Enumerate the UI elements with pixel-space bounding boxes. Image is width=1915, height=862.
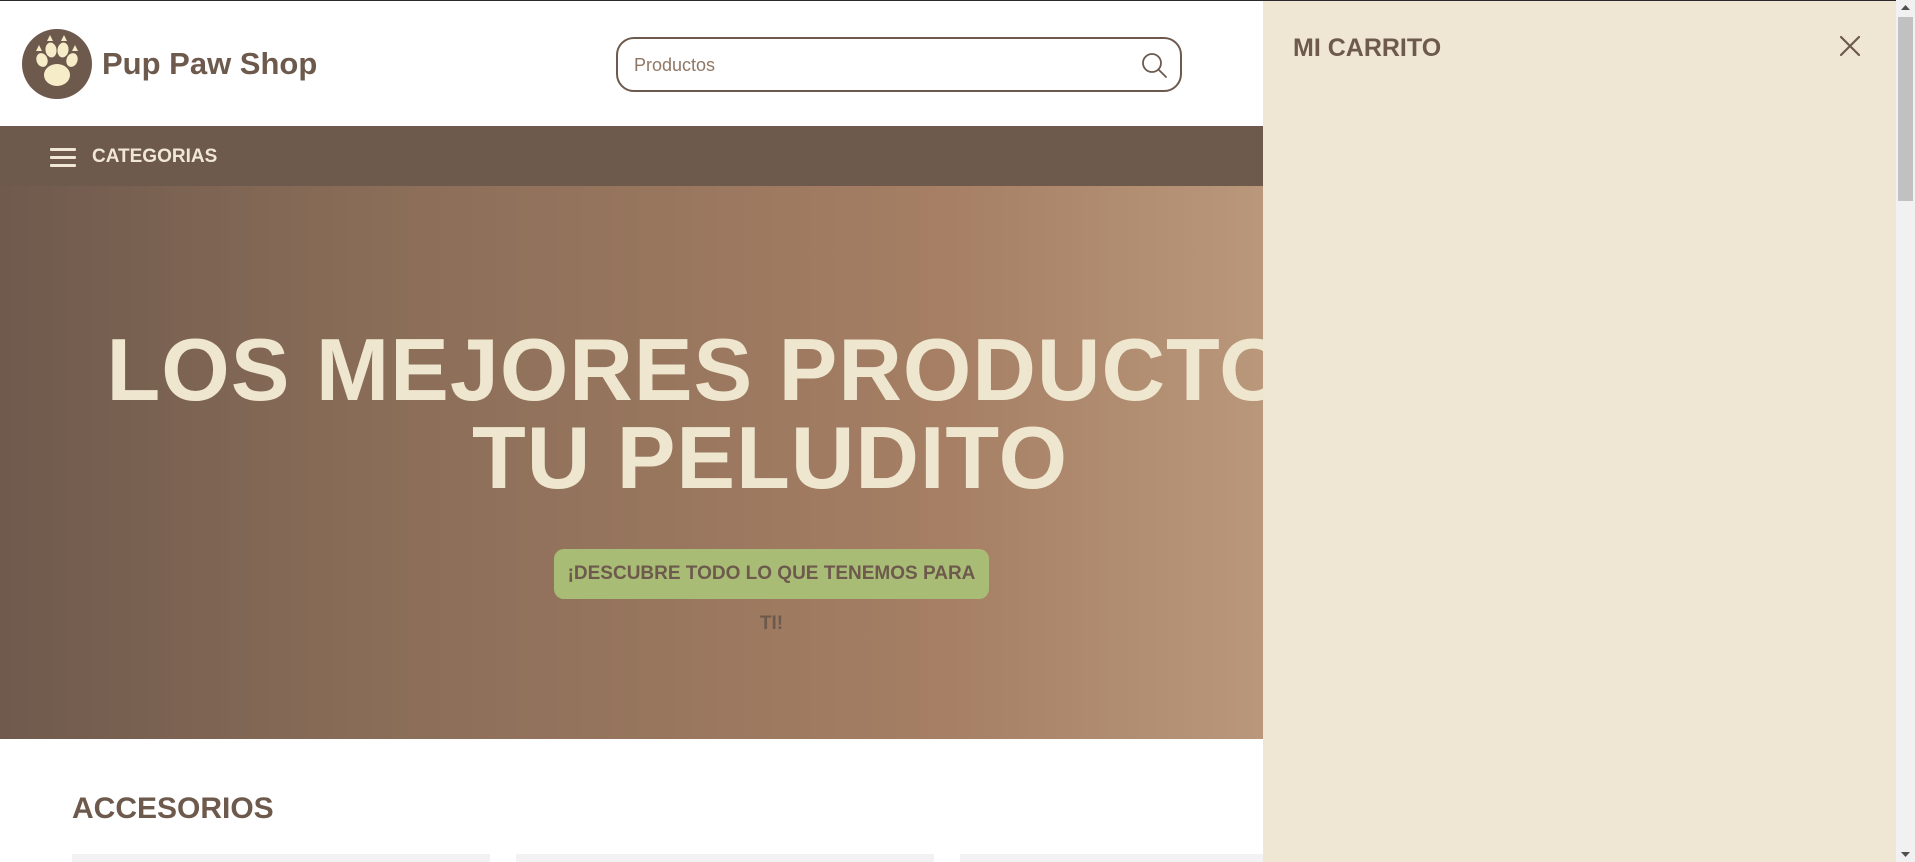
search-bar <box>616 37 1182 92</box>
paw-icon[interactable] <box>22 29 92 99</box>
cart-drawer: MI CARRITO <box>1263 1 1896 862</box>
categories-button[interactable]: CATEGORIAS <box>92 146 217 168</box>
product-card[interactable] <box>72 854 490 862</box>
section-title: ACCESORIOS <box>72 792 274 825</box>
search-icon[interactable] <box>1140 51 1168 79</box>
discover-button[interactable]: ¡DESCUBRE TODO LO QUE TENEMOS PARA TI! <box>554 549 989 634</box>
cart-title: MI CARRITO <box>1293 34 1442 62</box>
page: Pup Paw Shop CATEGORIAS LOS MEJORES PROD… <box>0 0 1896 862</box>
brand-name[interactable]: Pup Paw Shop <box>102 46 317 82</box>
search-input[interactable] <box>634 51 1114 79</box>
product-card[interactable] <box>516 854 934 862</box>
page-scrollbar[interactable] <box>1896 0 1915 862</box>
scroll-up-arrow-icon[interactable] <box>1896 0 1915 16</box>
close-icon[interactable] <box>1837 33 1863 59</box>
scrollbar-thumb[interactable] <box>1898 17 1913 201</box>
scroll-down-arrow-icon[interactable] <box>1896 846 1915 862</box>
hamburger-menu-icon[interactable] <box>50 146 78 168</box>
